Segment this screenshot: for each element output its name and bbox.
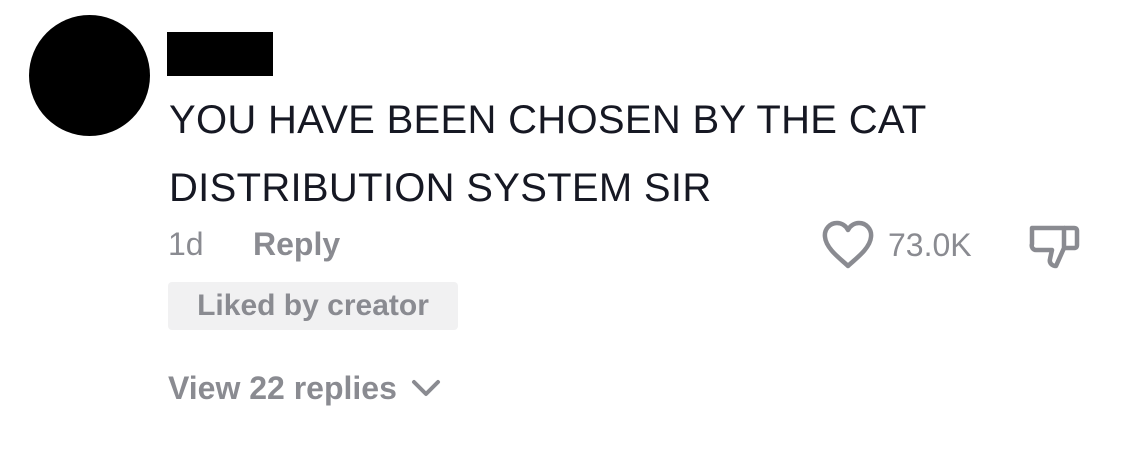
comment-text: YOU HAVE BEEN CHOSEN BY THE CAT DISTRIBU…: [169, 98, 926, 210]
view-replies-button[interactable]: View 22 replies: [168, 368, 441, 408]
avatar[interactable]: [29, 15, 150, 136]
liked-by-creator-label: Liked by creator: [197, 289, 429, 322]
comment-timestamp: 1d: [168, 226, 204, 262]
like-control[interactable]: 73.0K: [820, 218, 972, 272]
view-replies-label: View 22 replies: [168, 370, 397, 406]
heart-icon[interactable]: [820, 219, 876, 271]
like-count: 73.0K: [888, 227, 972, 263]
chevron-down-icon: [411, 380, 440, 396]
reply-button[interactable]: Reply: [253, 224, 340, 264]
thumbs-down-icon[interactable]: [1026, 222, 1082, 270]
liked-by-creator-badge: Liked by creator: [168, 282, 458, 330]
username-redacted[interactable]: [167, 32, 273, 76]
